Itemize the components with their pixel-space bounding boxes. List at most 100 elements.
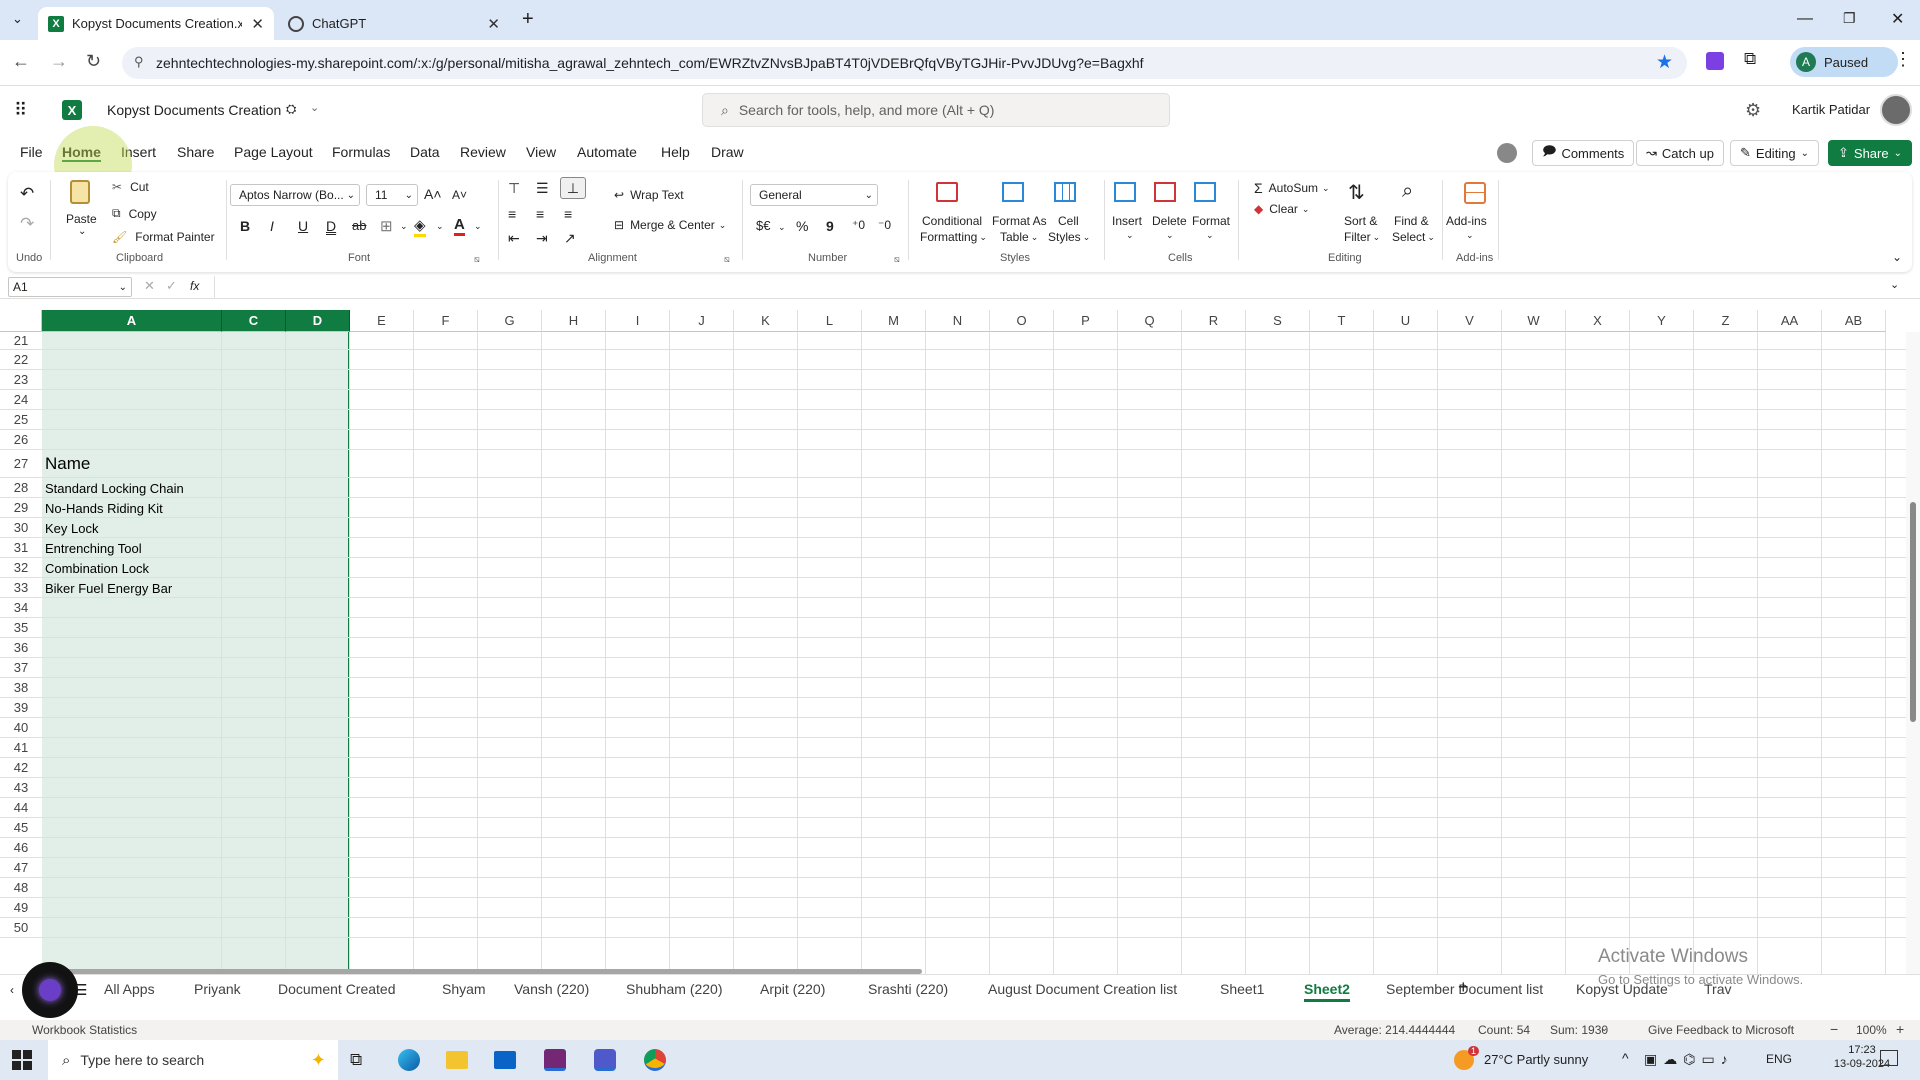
align-left-icon[interactable]: ≡ (508, 206, 516, 222)
accounting-format-button[interactable]: $€ (756, 218, 770, 233)
mail-icon[interactable] (494, 1051, 516, 1069)
sheet-tab[interactable]: August Document Creation list (988, 981, 1177, 997)
row-header-43[interactable]: 43 (0, 778, 42, 798)
user-avatar[interactable] (1880, 94, 1912, 126)
row-header-22[interactable]: 22 (0, 350, 42, 370)
forward-icon[interactable]: → (50, 51, 68, 72)
notifications-icon[interactable] (1880, 1050, 1898, 1066)
chrome-icon[interactable] (644, 1049, 666, 1071)
scroll-left-icon[interactable]: ‹ (10, 983, 14, 997)
chevron-down-icon[interactable]: ⌄ (400, 221, 408, 232)
row-header-35[interactable]: 35 (0, 618, 42, 638)
shrink-font-icon[interactable]: A˅ (452, 188, 467, 202)
expand-formula-icon[interactable]: ⌄ (1890, 278, 1899, 291)
tab-list-chevron-icon[interactable]: ⌄ (12, 11, 23, 27)
number-format-select[interactable]: General ⌄ (750, 184, 878, 206)
row-header-29[interactable]: 29 (0, 498, 42, 518)
row-header-28[interactable]: 28 (0, 478, 42, 498)
insert-cells-label[interactable]: Insert (1112, 214, 1142, 228)
column-header-h[interactable]: H (542, 310, 606, 332)
cell-styles-sublabel[interactable]: Styles ⌄ (1048, 230, 1090, 244)
alignment-dialog-launcher-icon[interactable]: ⧅ (724, 254, 730, 265)
share-button[interactable]: ⇪ Share ⌄ (1828, 140, 1912, 166)
vertical-scrollbar-thumb[interactable] (1910, 502, 1916, 722)
teams-icon[interactable] (594, 1049, 616, 1071)
format-cells-label[interactable]: Format (1192, 214, 1230, 228)
column-header-u[interactable]: U (1374, 310, 1438, 332)
format-as-table-label[interactable]: Format As (992, 214, 1047, 228)
percent-button[interactable]: % (796, 218, 808, 234)
insert-function-button[interactable]: fx (190, 279, 199, 293)
column-header-v[interactable]: V (1438, 310, 1502, 332)
sheet-tab[interactable]: Document Created (278, 981, 396, 997)
row-header-37[interactable]: 37 (0, 658, 42, 678)
delete-cells-label[interactable]: Delete (1152, 214, 1187, 228)
column-header-d[interactable]: D (286, 310, 350, 332)
row-header-46[interactable]: 46 (0, 838, 42, 858)
merge-center-button[interactable]: ⊟ Merge & Center ⌄ (614, 218, 726, 232)
profile-button[interactable]: A Paused (1790, 47, 1898, 77)
name-box[interactable]: A1 ⌄ (8, 277, 132, 297)
row-header-25[interactable]: 25 (0, 410, 42, 430)
worksheet-grid[interactable]: A C D E F G H I J K L M N O P Q R S T U V W X Y Z AA AB 21 22 23 24 25… (0, 310, 1920, 974)
row-header-38[interactable]: 38 (0, 678, 42, 698)
zoom-level[interactable]: 100% (1856, 1023, 1887, 1037)
menu-formulas[interactable]: Formulas (332, 144, 390, 160)
fill-color-icon[interactable]: ◈ (414, 216, 426, 237)
ribbon-collapse-icon[interactable]: ⌄ (1892, 250, 1902, 264)
column-header-aa[interactable]: AA (1758, 310, 1822, 332)
formula-input[interactable] (214, 276, 1896, 298)
row-header-44[interactable]: 44 (0, 798, 42, 818)
sheet-tab[interactable]: Srashti (220) (868, 981, 948, 997)
row-header-27[interactable]: 27 (0, 450, 42, 478)
format-as-table-sublabel[interactable]: Table ⌄ (1000, 230, 1038, 244)
menu-draw[interactable]: Draw (711, 144, 744, 160)
sheet-tab[interactable]: Priyank (194, 981, 241, 997)
close-tab-icon[interactable]: ✕ (251, 15, 264, 33)
sheet-tab[interactable]: Sheet1 (1220, 981, 1264, 997)
menu-file[interactable]: File (20, 144, 43, 160)
row-header-31[interactable]: 31 (0, 538, 42, 558)
autosum-button[interactable]: Σ AutoSum ⌄ (1254, 180, 1330, 196)
menu-help[interactable]: Help (661, 144, 690, 160)
task-view-icon[interactable]: ⧉ (350, 1050, 362, 1070)
row-header-49[interactable]: 49 (0, 898, 42, 918)
row-header-24[interactable]: 24 (0, 390, 42, 410)
row-header-50[interactable]: 50 (0, 918, 42, 938)
search-box[interactable]: ⌕ Search for tools, help, and more (Alt … (702, 93, 1170, 127)
font-name-select[interactable]: Aptos Narrow (Bo... ⌄ (230, 184, 360, 206)
sheet-tab[interactable]: Sheet2 (1304, 981, 1350, 1002)
align-middle-icon[interactable]: ☰ (536, 180, 549, 197)
document-title[interactable]: Kopyst Documents Creation (107, 102, 281, 118)
find-select-icon[interactable]: ⌕ (1402, 180, 1413, 203)
sheet-tab[interactable]: Arpit (220) (760, 981, 825, 997)
row-header-21[interactable]: 21 (0, 332, 42, 350)
zoom-out-icon[interactable]: − (1830, 1021, 1838, 1037)
font-color-icon[interactable]: A (454, 216, 465, 236)
chevron-down-icon[interactable]: ⌄ (1466, 230, 1474, 241)
menu-automate[interactable]: Automate (577, 144, 637, 160)
vertical-scrollbar[interactable] (1906, 332, 1920, 974)
browser-tab-excel[interactable]: X Kopyst Documents Creation.xls ✕ (38, 7, 274, 40)
wrap-text-button[interactable]: ↩ Wrap Text (614, 188, 684, 202)
row-header-32[interactable]: 32 (0, 558, 42, 578)
sheet-tab[interactable]: Vansh (220) (514, 981, 589, 997)
browser-menu-icon[interactable]: ⋮ (1894, 49, 1912, 70)
show-hidden-icons-icon[interactable]: ^ (1622, 1050, 1629, 1066)
sort-filter-icon[interactable]: ⇅ (1348, 180, 1365, 205)
column-header-g[interactable]: G (478, 310, 542, 332)
align-bottom-icon[interactable]: ⊥ (560, 177, 586, 199)
column-header-s[interactable]: S (1246, 310, 1310, 332)
column-header-m[interactable]: M (862, 310, 926, 332)
chevron-down-icon[interactable]: ⌄ (1600, 1023, 1608, 1034)
format-cells-icon[interactable] (1194, 182, 1216, 202)
clear-button[interactable]: ◆ Clear ⌄ (1254, 202, 1309, 216)
undo-icon[interactable]: ↶ (20, 184, 34, 204)
minimize-icon[interactable]: — (1797, 10, 1813, 28)
menu-review[interactable]: Review (460, 144, 506, 160)
delete-cells-icon[interactable] (1154, 182, 1176, 202)
column-header-c[interactable]: C (222, 310, 286, 332)
column-header-i[interactable]: I (606, 310, 670, 332)
strikethrough-button[interactable]: ab (352, 218, 366, 233)
weather-text[interactable]: 27°C Partly sunny (1484, 1052, 1588, 1067)
